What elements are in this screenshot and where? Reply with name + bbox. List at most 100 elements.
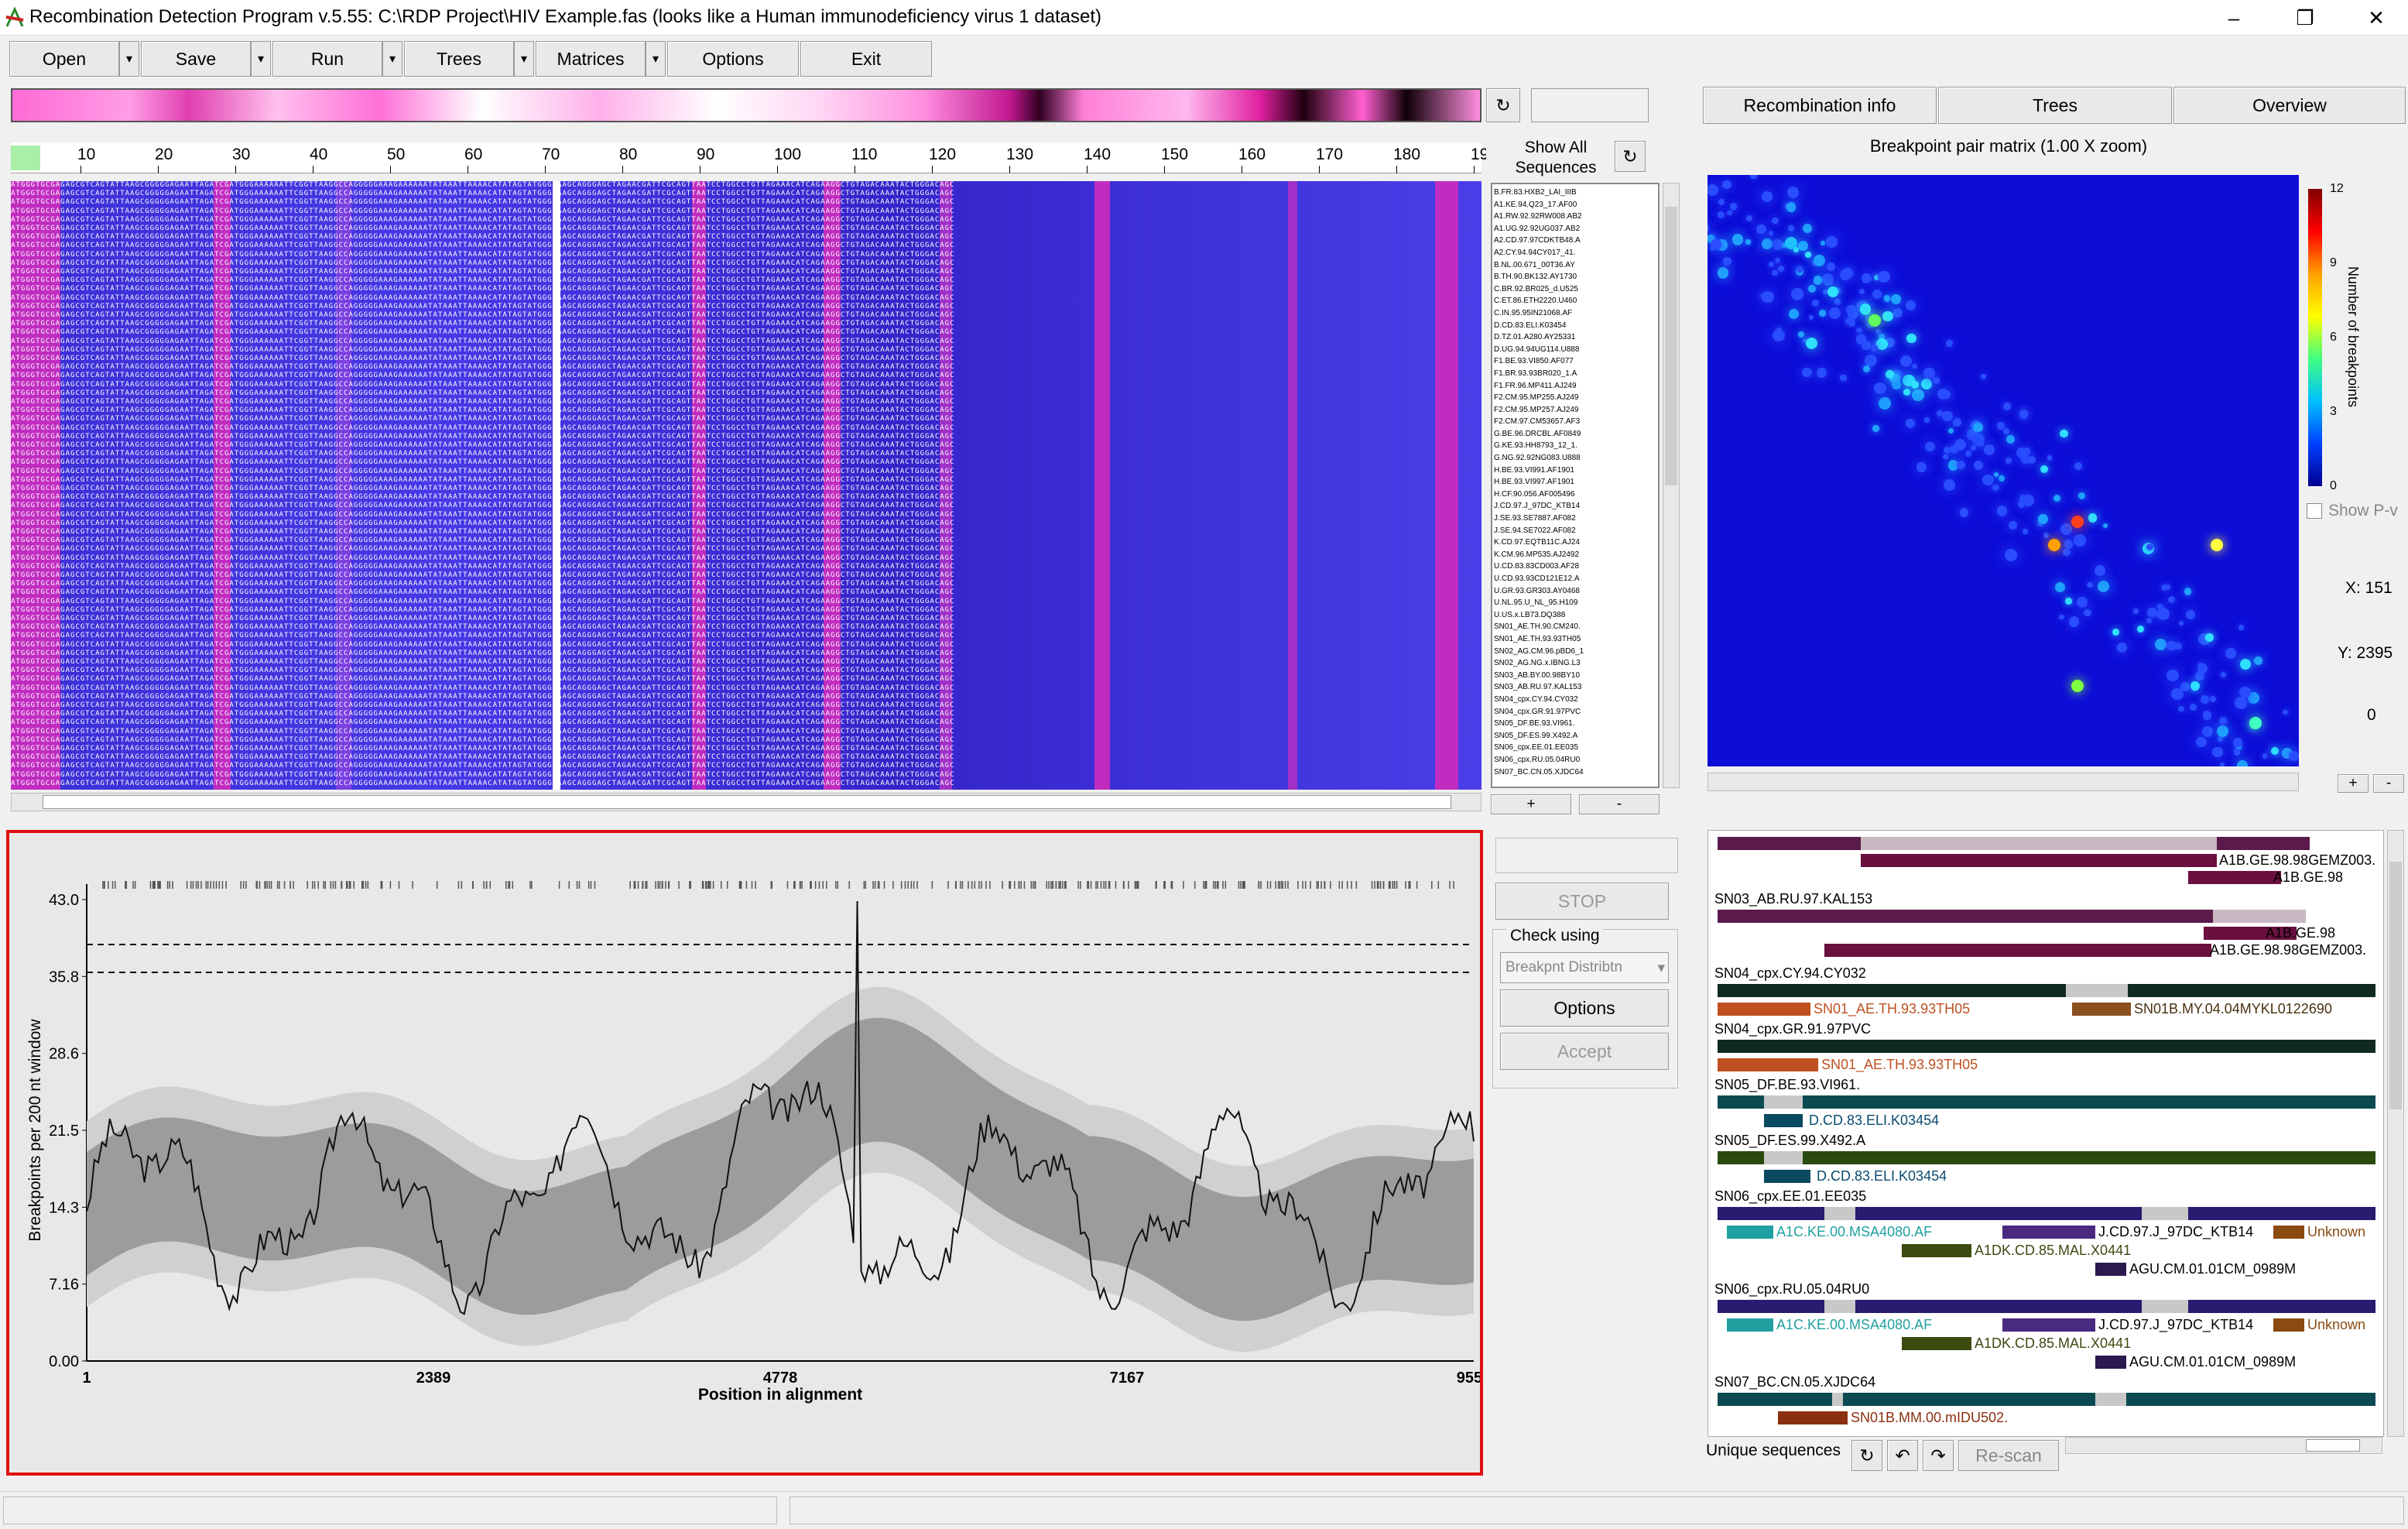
trees-dropdown[interactable]: ▾ (514, 41, 534, 77)
trees-button[interactable]: Trees (404, 41, 514, 77)
sequence-names-list[interactable]: B.FR.83.HXB2_LAI_IIIB A1.KE.94.Q23_17.AF0… (1491, 183, 1660, 788)
sequence-name-item[interactable]: K.CM.96.MP535.AJ2492 (1494, 550, 1656, 562)
exit-button[interactable]: Exit (800, 41, 932, 77)
refresh-sequences-button[interactable]: ↻ (1615, 141, 1646, 172)
sequence-alignment-view[interactable]: ATGGGTGCGAGAGCGTCAGTATTAAGCGGGGGAGAATTAG… (11, 181, 1481, 790)
open-dropdown[interactable]: ▾ (119, 41, 139, 77)
sequence-name-item[interactable]: G.KE.93.HH8793_12_1. (1494, 441, 1656, 453)
sequence-name-item[interactable]: B.NL.00.671_00T36.AY (1494, 260, 1656, 273)
sequence-name-item[interactable]: A1.UG.92.92UG037.AB2 (1494, 224, 1656, 236)
seqpanel-hscrollbar[interactable] (2065, 1437, 2382, 1454)
sequence-name-item[interactable]: F1.BE.93.VI850.AF077 (1494, 356, 1656, 369)
sequence-name-item[interactable]: SN03_AB.BY.00.98BY10 (1494, 670, 1656, 683)
sequence-name-item[interactable]: A2.CD.97.97CDKTB48.A (1494, 235, 1656, 248)
save-button[interactable]: Save (141, 41, 251, 77)
seqpanel-scroll-thumb[interactable] (2389, 862, 2402, 1109)
rescan-button[interactable]: Re-scan (1958, 1440, 2059, 1471)
sequence-name-item[interactable]: J.SE.93.SE7887.AF082 (1494, 513, 1656, 526)
sequence-name-item[interactable]: B.TH.90.BK132.AY1730 (1494, 272, 1656, 284)
redo-button[interactable]: ↷ (1923, 1440, 1954, 1471)
check-options-button[interactable]: Options (1500, 989, 1669, 1027)
sequence-name-item[interactable]: SN07_BC.CN.05.XJDC64 (1494, 767, 1656, 780)
zoom-in-sequences[interactable]: + (1491, 794, 1571, 814)
names-scroll-thumb[interactable] (1665, 207, 1677, 485)
sequence-name-item[interactable]: U.US.x.LB73.DQ388 (1494, 610, 1656, 622)
sequence-name-item[interactable]: SN02_AG.CM.96.pBD6_1 (1494, 646, 1656, 659)
matrix-zoom-out[interactable]: - (2373, 774, 2404, 793)
sequence-name-item[interactable]: SN05_DF.BE.93.VI961. (1494, 718, 1656, 731)
sequence-name-item[interactable]: A1.KE.94.Q23_17.AF00 (1494, 200, 1656, 212)
sequence-name-item[interactable]: G.NG.92.92NG083.U888 (1494, 453, 1656, 465)
sequence-name-item[interactable]: SN04_cpx.CY.94.CY032 (1494, 694, 1656, 707)
sequence-name-item[interactable]: J.SE.94.SE7022.AF082 (1494, 526, 1656, 538)
close-button[interactable]: ✕ (2341, 0, 2408, 36)
save-dropdown[interactable]: ▾ (251, 41, 271, 77)
tab-overview[interactable]: Overview (2173, 87, 2406, 124)
recombinant-sequence-panel[interactable]: A1B.GE.98.98GEMZ003. A1B.GE.98 SN03_AB.RU.… (1708, 830, 2384, 1437)
matrix-zoom-in[interactable]: + (2338, 774, 2369, 793)
sequence-name-item[interactable]: D.TZ.01.A280.AY25331 (1494, 332, 1656, 345)
run-dropdown[interactable]: ▾ (382, 41, 402, 77)
refresh-overview-button[interactable]: ↻ (1486, 88, 1520, 122)
run-button[interactable]: Run (272, 41, 382, 77)
sequence-name-item[interactable]: H.CF.90.056.AF005496 (1494, 489, 1656, 502)
method-select[interactable]: Breakpnt Distribtn ▾ (1500, 952, 1669, 983)
sequence-name-item[interactable]: F2.CM.95.MP255.AJ249 (1494, 393, 1656, 405)
sequence-name-item[interactable]: SN06_cpx.EE.01.EE035 (1494, 742, 1656, 755)
refresh-unique-button[interactable]: ↻ (1851, 1440, 1882, 1471)
sequence-name-item[interactable]: U.CD.83.83CD003.AF28 (1494, 561, 1656, 574)
sequence-name-item[interactable]: A1.RW.92.92RW008.AB2 (1494, 211, 1656, 224)
tab-trees[interactable]: Trees (1938, 87, 2172, 124)
sequence-name-item[interactable]: F2.CM.95.MP257.AJ249 (1494, 405, 1656, 417)
show-all-sequences-label[interactable]: Show All Sequences (1502, 138, 1610, 178)
sequence-name-item[interactable]: C.IN.95.95IN21068.AF (1494, 308, 1656, 321)
breakpoint-distribution-plot[interactable]: 43.0 35.8 28.6 21.5 14.3 7.16 0.00 1 2389 4778 716… (6, 830, 1483, 1476)
sequence-name-item[interactable]: SN05_DF.ES.99.X492.A (1494, 731, 1656, 743)
sequence-name-item[interactable]: D.UG.94.94UG114.U888 (1494, 345, 1656, 357)
alignment-overview-strip[interactable] (11, 88, 1481, 122)
sequence-name-item[interactable]: F1.FR.96.MP411.AJ249 (1494, 381, 1656, 393)
sequence-name-item[interactable]: F1.BR.93.93BR020_1.A (1494, 369, 1656, 381)
minimize-button[interactable]: – (2198, 0, 2269, 36)
alignment-hscroll-thumb[interactable] (43, 795, 1451, 809)
alignment-hscrollbar[interactable] (11, 793, 1481, 811)
options-button[interactable]: Options (667, 41, 799, 77)
accept-button[interactable]: Accept (1500, 1033, 1669, 1070)
names-scrollbar[interactable] (1663, 183, 1680, 788)
matrices-button[interactable]: Matrices (536, 41, 646, 77)
sequence-name-item[interactable]: SN04_cpx.GR.91.97PVC (1494, 707, 1656, 719)
maximize-button[interactable]: ❐ (2269, 0, 2341, 36)
sequence-name-item[interactable]: U.GR.93.GR303.AY0468 (1494, 586, 1656, 598)
sequence-name-item[interactable]: U.CD.93.93CD121E12.A (1494, 574, 1656, 586)
sequence-name-item[interactable]: F2.CM.97.CM53657.AF3 (1494, 417, 1656, 429)
sequence-name-item[interactable]: D.CD.83.ELI.K03454 (1494, 321, 1656, 333)
sequence-name-item[interactable]: A2.CY.94.94CY017_41. (1494, 248, 1656, 260)
zoom-out-sequences[interactable]: - (1579, 794, 1660, 814)
undo-button[interactable]: ↶ (1887, 1440, 1918, 1471)
sequence-name-item[interactable]: SN02_AG.NG.x.IBNG.L3 (1494, 658, 1656, 670)
sequence-name-item[interactable]: C.BR.92.BR025_d.U525 (1494, 284, 1656, 297)
matrices-dropdown[interactable]: ▾ (646, 41, 666, 77)
breakpoint-pair-matrix[interactable] (1708, 175, 2299, 766)
sequence-name-item[interactable]: B.FR.83.HXB2_LAI_IIIB (1494, 187, 1656, 200)
matrix-hscrollbar[interactable] (1708, 773, 2299, 791)
show-p-value-checkbox[interactable] (2307, 503, 2322, 519)
sequence-name-item[interactable]: J.CD.97.J_97DC_KTB14 (1494, 501, 1656, 513)
stop-button[interactable]: STOP (1495, 883, 1669, 920)
matrix-hotspot (2146, 543, 2153, 550)
sequence-name-item[interactable]: SN01_AE.TH.93.93TH05 (1494, 634, 1656, 646)
seqpanel-scrollbar[interactable] (2387, 830, 2404, 1437)
tab-recombination-info[interactable]: Recombination info (1703, 87, 1937, 124)
sequence-name-item[interactable]: SN03_AB.RU.97.KAL153 (1494, 682, 1656, 694)
matrix-hotspot (1959, 508, 1969, 517)
sequence-name-item[interactable]: SN01_AE.TH.90.CM240. (1494, 622, 1656, 634)
sequence-name-item[interactable]: C.ET.86.ETH2220.U460 (1494, 296, 1656, 308)
sequence-name-item[interactable]: SN06_cpx.RU.05.04RU0 (1494, 755, 1656, 767)
sequence-name-item[interactable]: G.BE.96.DRCBL.AF0849 (1494, 429, 1656, 441)
sequence-name-item[interactable]: H.BE.93.VI991.AF1901 (1494, 465, 1656, 478)
open-button[interactable]: Open (9, 41, 119, 77)
seqpanel-hscroll-thumb[interactable] (2306, 1439, 2360, 1452)
sequence-name-item[interactable]: U.NL.95.U_NL_95.H109 (1494, 598, 1656, 610)
sequence-name-item[interactable]: H.BE.93.VI997.AF1901 (1494, 477, 1656, 489)
sequence-name-item[interactable]: K.CD.97.EQTB11C.AJ24 (1494, 537, 1656, 550)
